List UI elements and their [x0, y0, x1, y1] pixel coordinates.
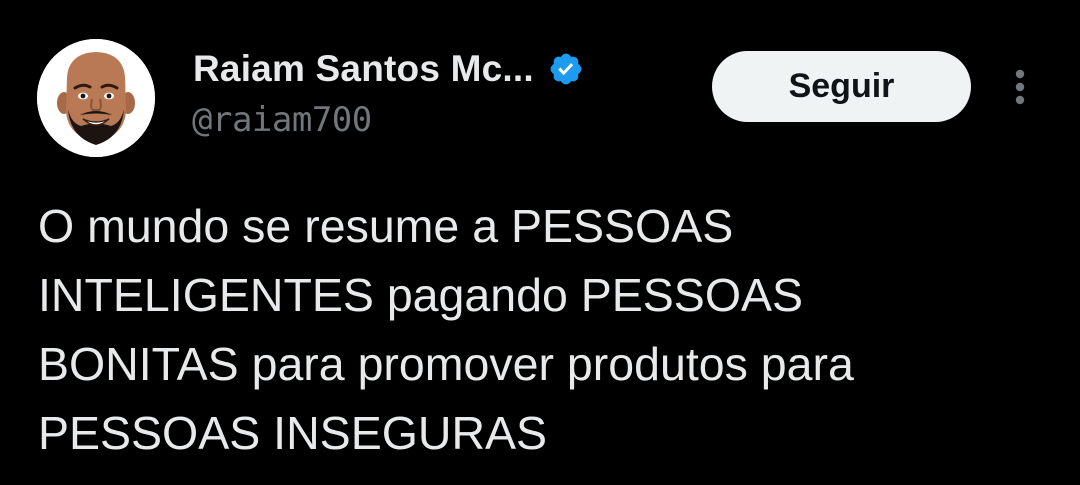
author-display-name[interactable]: Raiam Santos Mc...	[193, 48, 534, 90]
author-name-row: Raiam Santos Mc...	[193, 46, 584, 92]
tweet-card: Raiam Santos Mc... @raiam700 Seguir O mu…	[0, 0, 1080, 485]
more-vertical-icon	[1015, 69, 1025, 105]
verified-badge-icon	[548, 51, 584, 87]
tweet-text: O mundo se resume a PESSOAS INTELIGENTES…	[38, 200, 854, 459]
more-options-button[interactable]	[1003, 64, 1037, 110]
author-handle[interactable]: @raiam700	[192, 100, 372, 140]
follow-button[interactable]: Seguir	[712, 51, 971, 122]
avatar[interactable]	[37, 39, 155, 157]
avatar-portrait-icon	[37, 39, 155, 157]
